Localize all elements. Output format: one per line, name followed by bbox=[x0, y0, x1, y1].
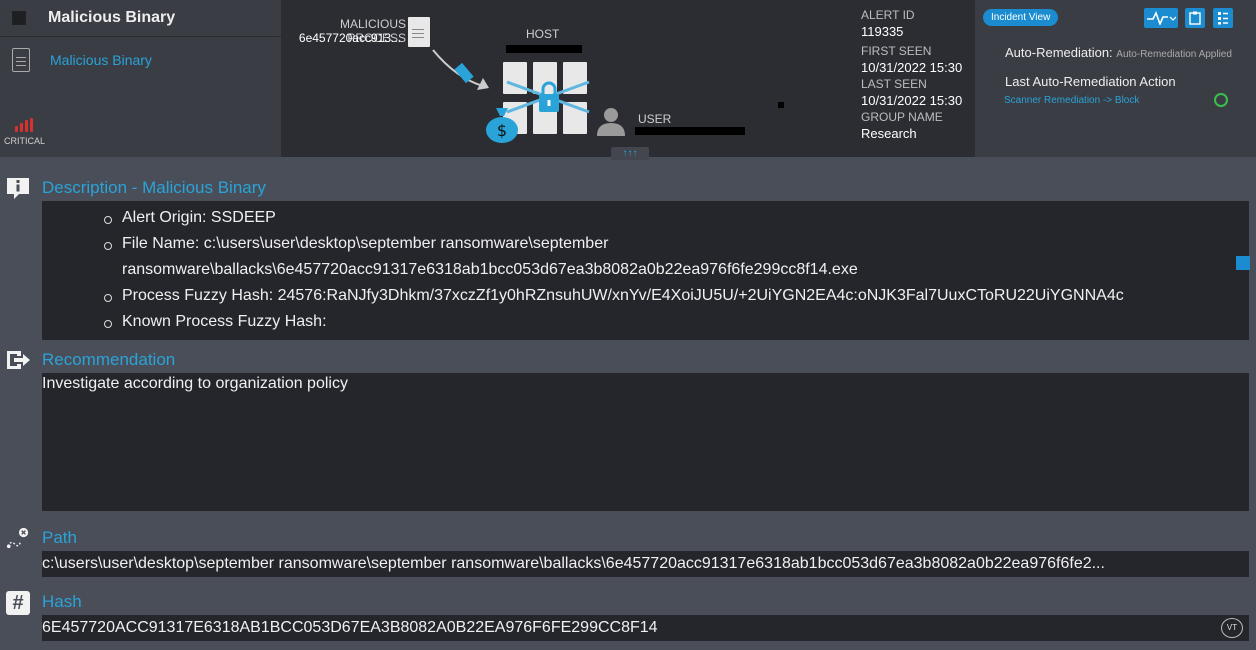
checklist-button[interactable] bbox=[1213, 8, 1233, 28]
pulse-icon bbox=[1147, 11, 1176, 25]
svg-text:$: $ bbox=[497, 121, 507, 140]
check-circle-icon bbox=[1214, 93, 1228, 107]
path-icon bbox=[6, 527, 29, 549]
activity-dropdown-button[interactable] bbox=[1144, 8, 1178, 28]
description-item: Process Fuzzy Hash: 24576:RaNJfy3Dhkm/37… bbox=[102, 283, 1249, 309]
description-scrollbar[interactable] bbox=[1236, 256, 1250, 270]
checklist-icon bbox=[1218, 12, 1228, 25]
description-panel: Alert Origin: SSDEEP File Name: c:\users… bbox=[42, 201, 1249, 340]
money-bag-icon: $ bbox=[486, 108, 518, 143]
path-value: c:\users\user\desktop\september ransomwa… bbox=[42, 551, 1249, 577]
recommendation-text: Investigate according to organization po… bbox=[42, 375, 348, 392]
alert-summary-column: Malicious Binary Malicious Binary CRITIC… bbox=[0, 0, 281, 157]
user-icon bbox=[597, 108, 625, 136]
redaction-mark bbox=[778, 102, 784, 108]
select-checkbox[interactable] bbox=[12, 11, 26, 25]
document-icon bbox=[12, 48, 30, 72]
description-title: Description - Malicious Binary bbox=[42, 178, 266, 197]
first-seen-value: 10/31/2022 15:30 bbox=[861, 60, 963, 75]
last-action-value[interactable]: Scanner Remediation -> Block bbox=[1004, 95, 1139, 106]
recommendation-title: Recommendation bbox=[42, 350, 176, 369]
last-action-label: Last Auto-Remediation Action bbox=[1005, 74, 1176, 89]
alert-info: ALERT ID 119335 FIRST SEEN 10/31/2022 15… bbox=[853, 0, 975, 157]
description-item: File Name: c:\users\user\desktop\septemb… bbox=[102, 231, 1249, 283]
hash-value: 6E457720ACC91317E6318AB1BCC053D67EA3B808… bbox=[42, 615, 1249, 641]
process-value[interactable]: 6e457720acc913... bbox=[281, 31, 401, 45]
incident-view-button[interactable]: Incident View bbox=[983, 9, 1059, 26]
auto-remediation-label: Auto-Remediation: bbox=[1005, 45, 1113, 60]
user-label: USER bbox=[638, 112, 672, 126]
info-icon bbox=[7, 178, 29, 199]
description-item: Alert Origin: SSDEEP bbox=[102, 205, 1249, 231]
attack-graph: MALICIOUS PROCESS 6e457720acc913... HOST bbox=[281, 0, 853, 160]
hash-icon: # bbox=[6, 591, 30, 615]
alert-item-row[interactable]: Malicious Binary bbox=[0, 37, 281, 83]
auto-remediation-status: Auto-Remediation: Auto-Remediation Appli… bbox=[1005, 45, 1232, 60]
severity-indicator: CRITICAL bbox=[4, 118, 46, 146]
remediation-panel: Incident View Auto-Remediation: Auto-Rem… bbox=[975, 0, 1256, 157]
description-item: Known Process Fuzzy Hash: bbox=[102, 309, 1249, 335]
last-seen-label: LAST SEEN bbox=[861, 77, 927, 91]
clipboard-button[interactable] bbox=[1185, 8, 1205, 28]
last-seen-value: 10/31/2022 15:30 bbox=[861, 93, 963, 108]
virustotal-button[interactable]: VT bbox=[1221, 618, 1243, 638]
arrow-right-icon bbox=[7, 351, 30, 369]
host-value-redacted bbox=[506, 45, 582, 53]
virustotal-label: VT bbox=[1226, 623, 1238, 632]
hash-title: Hash bbox=[42, 592, 82, 611]
arrow-icon bbox=[432, 49, 489, 90]
alert-header: Malicious Binary Malicious Binary CRITIC… bbox=[0, 0, 1256, 160]
path-title: Path bbox=[42, 528, 77, 547]
expand-graph-button[interactable]: ↑↑↑ bbox=[611, 147, 649, 160]
first-seen-label: FIRST SEEN bbox=[861, 44, 932, 58]
auto-remediation-value: Auto-Remediation Applied bbox=[1116, 49, 1232, 60]
host-label: HOST bbox=[526, 27, 560, 41]
description-list: Alert Origin: SSDEEP File Name: c:\users… bbox=[42, 201, 1249, 335]
alert-title: Malicious Binary bbox=[48, 9, 176, 26]
clipboard-icon bbox=[1189, 11, 1201, 25]
group-name-label: GROUP NAME bbox=[861, 110, 943, 124]
hash-text: 6E457720ACC91317E6318AB1BCC053D67EA3B808… bbox=[42, 619, 658, 636]
alert-id-value: 119335 bbox=[861, 24, 904, 39]
alert-item-link[interactable]: Malicious Binary bbox=[50, 52, 152, 68]
group-name-value: Research bbox=[861, 126, 917, 141]
alert-title-row: Malicious Binary bbox=[0, 0, 281, 37]
severity-label: CRITICAL bbox=[4, 136, 46, 146]
user-value-redacted bbox=[635, 127, 745, 135]
severity-bars-icon bbox=[4, 118, 44, 132]
process-file-icon[interactable] bbox=[408, 17, 430, 47]
alert-id-label: ALERT ID bbox=[861, 8, 915, 22]
recommendation-panel: Investigate according to organization po… bbox=[42, 373, 1249, 511]
